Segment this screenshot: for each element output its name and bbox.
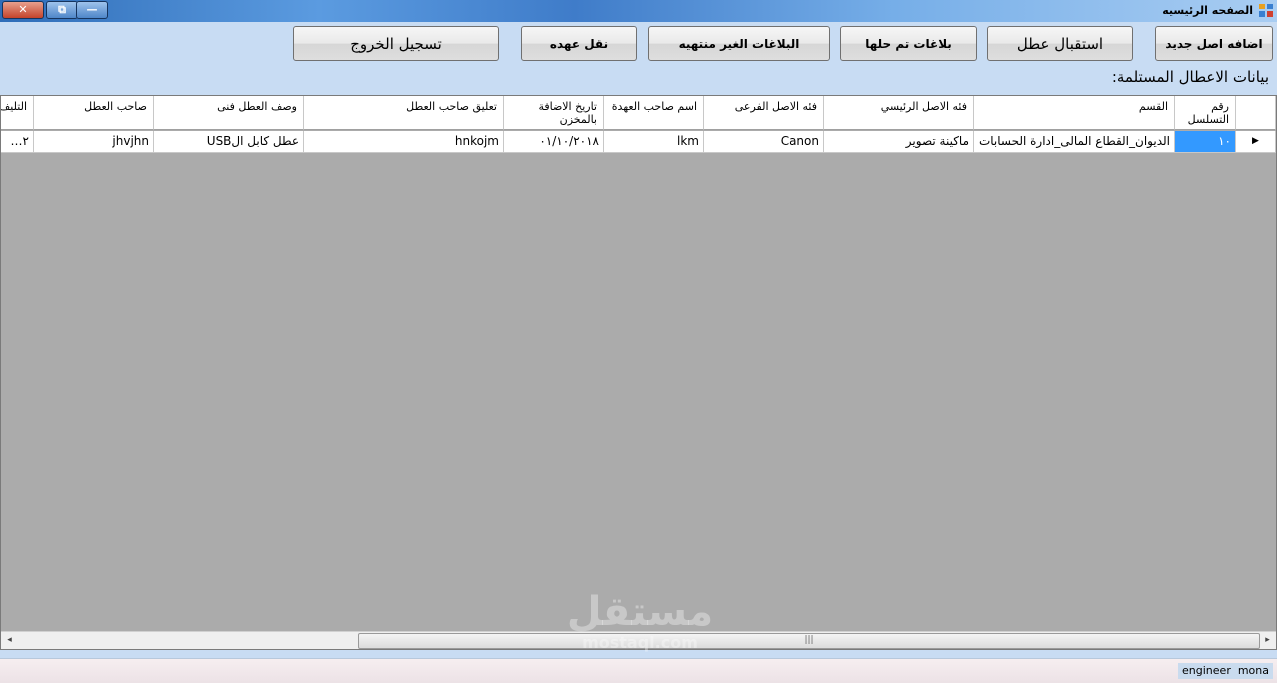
cell-date-added[interactable]: ٠١/١٠/٢٠١٨	[504, 131, 604, 153]
column-header-custody-owner[interactable]: اسم صاحب العهدة	[604, 96, 704, 130]
minimize-icon: —	[86, 3, 98, 16]
watermark-logo: مستقل mostaql.com	[560, 590, 720, 652]
restore-icon: ⧉	[58, 3, 66, 16]
watermark-text: مستقل	[566, 589, 714, 635]
transfer-custody-button[interactable]: نقل عهده	[521, 26, 637, 61]
cell-fault-owner[interactable]: jhvjhn	[34, 131, 154, 153]
column-header-sub-category[interactable]: فئه الاصل الفرعى	[704, 96, 824, 130]
solved-reports-button[interactable]: بلاغات تم حلها	[840, 26, 977, 61]
scrollbar-thumb[interactable]: |||	[358, 633, 1260, 649]
cell-main-category[interactable]: ماكينة تصوير	[824, 131, 974, 153]
maximize-window-button[interactable]: ⧉	[46, 1, 78, 19]
toolbar: اضافه اصل جديد استقبال عطل بلاغات تم حله…	[0, 22, 1277, 68]
cell-department[interactable]: الديوان_القطاع المالى_ادارة الحسابات	[974, 131, 1175, 153]
column-header-fault-comment[interactable]: تعليق صاحب العطل	[304, 96, 504, 130]
column-header-department[interactable]: القسم	[974, 96, 1175, 130]
close-icon: ✕	[18, 3, 28, 16]
section-title: بيانات الاعطال المستلمة:	[1111, 68, 1269, 86]
receive-fault-button[interactable]: استقبال عطل	[987, 26, 1133, 61]
open-reports-button[interactable]: البلاغات الغير منتهيه	[648, 26, 830, 61]
logout-button[interactable]: تسجيل الخروج	[293, 26, 499, 61]
column-header-main-category[interactable]: فئه الاصل الرئيسي	[824, 96, 974, 130]
watermark-url: mostaql.com	[582, 633, 698, 652]
column-header-fault-owner[interactable]: صاحب العطل	[34, 96, 154, 130]
app-window-icon	[1259, 4, 1273, 17]
column-header-phone[interactable]: التليف	[1, 96, 34, 130]
status-logged-in-user: engineer mona	[1178, 663, 1273, 679]
cell-serial[interactable]: ١٠	[1175, 131, 1236, 153]
column-header-tech-description[interactable]: وصف العطل فنى	[154, 96, 304, 130]
cell-custody-owner[interactable]: lkm	[604, 131, 704, 153]
row-header-corner	[1236, 96, 1276, 130]
faults-data-grid[interactable]: رقم التسلسل القسم فئه الاصل الرئيسي فئه …	[0, 95, 1277, 650]
cell-phone[interactable]: ٢٥٤٢	[1, 131, 34, 153]
close-window-button[interactable]: ✕	[2, 1, 44, 19]
cell-tech-description[interactable]: عطل كابل الUSB	[154, 131, 304, 153]
cell-fault-comment[interactable]: hnkojm	[304, 131, 504, 153]
cell-sub-category[interactable]: Canon	[704, 131, 824, 153]
grip-icon: |||	[804, 635, 814, 645]
scroll-right-arrow-icon[interactable]: ▸	[1259, 632, 1276, 649]
window-title: الصفحه الرئيسيه	[1162, 4, 1253, 17]
column-header-serial[interactable]: رقم التسلسل	[1175, 96, 1236, 130]
title-bar: ✕ ⧉ — الصفحه الرئيسيه	[0, 0, 1277, 22]
minimize-window-button[interactable]: —	[76, 1, 108, 19]
status-bar: engineer mona	[0, 658, 1277, 683]
column-header-date-added[interactable]: تاريخ الاضافة بالمخزن	[504, 96, 604, 130]
scroll-left-arrow-icon[interactable]: ◂	[1, 632, 18, 649]
add-asset-button[interactable]: اضافه اصل جديد	[1155, 26, 1273, 61]
row-selector-indicator[interactable]: ▶	[1236, 131, 1276, 153]
